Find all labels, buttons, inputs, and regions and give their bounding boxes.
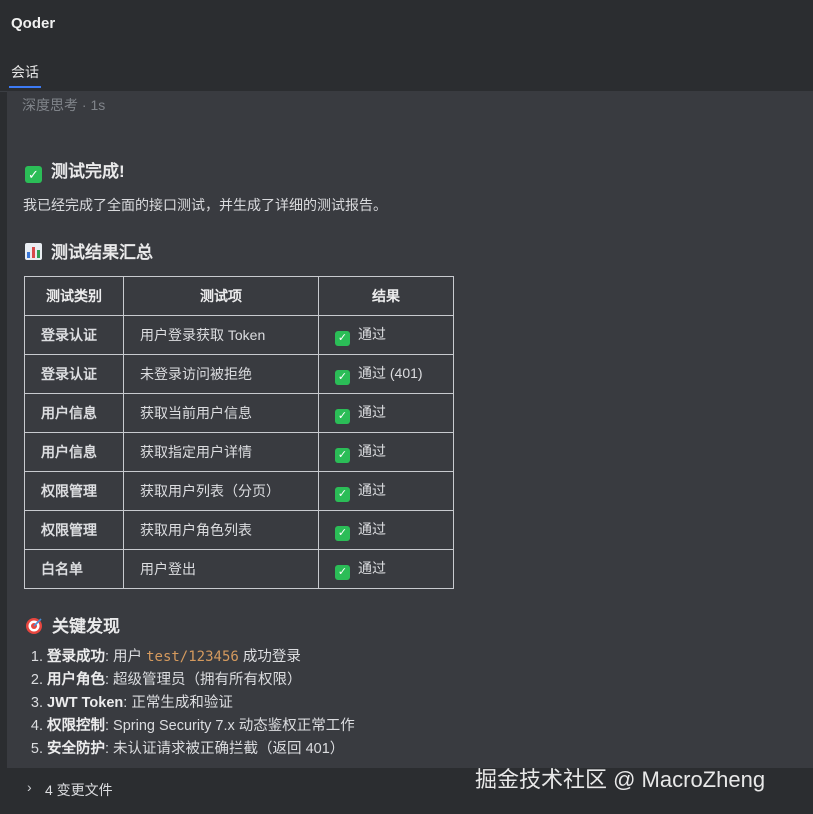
list-item: 用户角色: 超级管理员（拥有所有权限） — [47, 669, 355, 692]
intro-paragraph: 我已经完成了全面的接口测试，并生成了详细的测试报告。 — [23, 197, 387, 213]
active-tab-indicator — [9, 86, 41, 88]
cell-result: ✓ 通过 — [318, 432, 454, 472]
cell-category: 权限管理 — [24, 471, 124, 511]
check-mark-button-icon: ✓ — [335, 409, 350, 424]
cell-item: 获取指定用户详情 — [123, 432, 319, 472]
watermark: 掘金技术社区 @ MacroZheng — [475, 767, 766, 792]
cell-category: 用户信息 — [24, 393, 124, 433]
result-text: 通过 — [358, 560, 386, 576]
check-mark-button-icon: ✓ — [335, 331, 350, 346]
cell-category: 权限管理 — [24, 510, 124, 550]
table-row: 权限管理 获取用户列表（分页） ✓ 通过 — [24, 471, 454, 511]
table-row: 用户信息 获取当前用户信息 ✓ 通过 — [24, 393, 454, 433]
finding-text: : 超级管理员（拥有所有权限） — [105, 672, 302, 688]
finding-label: JWT Token — [47, 695, 124, 711]
result-text: 通过 — [358, 443, 386, 459]
heading-test-complete: ✓ 测试完成! — [25, 157, 125, 183]
cell-category: 用户信息 — [24, 432, 124, 472]
result-text: 通过 — [358, 482, 386, 498]
table-row: 登录认证 用户登录获取 Token ✓ 通过 — [24, 315, 454, 355]
cell-category: 白名单 — [24, 549, 124, 589]
finding-label: 登录成功 — [47, 649, 105, 665]
changed-files-label[interactable]: 4 变更文件 — [45, 780, 113, 800]
cell-result: ✓ 通过 — [318, 549, 454, 589]
result-text: 通过 — [358, 326, 386, 342]
check-mark-button-icon: ✓ — [335, 487, 350, 502]
result-text: 通过 — [358, 404, 386, 420]
app-title: Qoder — [11, 15, 56, 32]
cell-category: 登录认证 — [24, 354, 124, 394]
deep-thinking-toggle[interactable]: 深度思考 · 1s — [22, 95, 105, 115]
finding-text: : 未认证请求被正确拦截（返回 401） — [105, 741, 345, 757]
tab-bar: 会话 — [0, 52, 813, 92]
check-mark-button-icon: ✓ — [25, 166, 42, 183]
test-results-table: 测试类别 测试项 结果 登录认证 用户登录获取 Token ✓ 通过 登录认证 未登录访问… — [24, 276, 454, 589]
cell-item: 获取用户列表（分页） — [123, 471, 319, 511]
cell-result: ✓ 通过 — [318, 393, 454, 433]
cell-result: ✓ 通过 — [318, 510, 454, 550]
heading-summary-text: 测试结果汇总 — [51, 243, 153, 262]
list-item: 权限控制: Spring Security 7.x 动态鉴权正常工作 — [47, 715, 355, 738]
list-item: 安全防护: 未认证请求被正确拦截（返回 401） — [47, 738, 355, 761]
finding-label: 权限控制 — [47, 718, 105, 734]
check-mark-button-icon: ✓ — [335, 448, 350, 463]
cell-item: 未登录访问被拒绝 — [123, 354, 319, 394]
cell-result: ✓ 通过 — [318, 315, 454, 355]
column-header-category: 测试类别 — [24, 276, 124, 316]
finding-label: 安全防护 — [47, 741, 105, 757]
key-findings-list: 登录成功: 用户 test/123456 成功登录用户角色: 超级管理员（拥有所… — [30, 646, 355, 761]
cell-item: 获取当前用户信息 — [123, 393, 319, 433]
table-row: 白名单 用户登出 ✓ 通过 — [24, 549, 454, 589]
tab-conversation[interactable]: 会话 — [11, 62, 39, 82]
table-row: 用户信息 获取指定用户详情 ✓ 通过 — [24, 432, 454, 472]
check-mark-button-icon: ✓ — [335, 526, 350, 541]
cell-item: 用户登录获取 Token — [123, 315, 319, 355]
finding-text: : Spring Security 7.x 动态鉴权正常工作 — [105, 718, 355, 734]
heading-summary: 测试结果汇总 — [25, 238, 153, 263]
check-mark-button-icon: ✓ — [335, 565, 350, 580]
cell-item: 获取用户角色列表 — [123, 510, 319, 550]
column-header-result: 结果 — [318, 276, 454, 316]
result-text: 通过 — [358, 521, 386, 537]
cell-category: 登录认证 — [24, 315, 124, 355]
table-header-row: 测试类别 测试项 结果 — [24, 276, 454, 316]
table-row: 权限管理 获取用户角色列表 ✓ 通过 — [24, 510, 454, 550]
check-mark-button-icon: ✓ — [335, 370, 350, 385]
bar-chart-icon — [25, 243, 42, 260]
finding-text: : 用户 — [105, 649, 147, 665]
cell-result: ✓ 通过 — [318, 471, 454, 511]
direct-hit-icon — [26, 618, 42, 634]
cell-result: ✓ 通过 (401) — [318, 354, 454, 394]
heading-key-findings-text: 关键发现 — [52, 617, 120, 636]
finding-text: : 正常生成和验证 — [123, 695, 233, 711]
list-item: JWT Token: 正常生成和验证 — [47, 692, 355, 715]
list-item: 登录成功: 用户 test/123456 成功登录 — [47, 646, 355, 669]
heading-key-findings: 关键发现 — [25, 612, 120, 637]
table-row: 登录认证 未登录访问被拒绝 ✓ 通过 (401) — [24, 354, 454, 394]
result-text: 通过 (401) — [358, 365, 423, 381]
finding-text-suffix: 成功登录 — [238, 649, 301, 665]
title-bar — [0, 0, 813, 52]
column-header-item: 测试项 — [123, 276, 319, 316]
heading-test-complete-text: 测试完成! — [51, 162, 125, 181]
chevron-right-icon[interactable]: › — [27, 779, 32, 795]
finding-label: 用户角色 — [47, 672, 105, 688]
cell-item: 用户登出 — [123, 549, 319, 589]
inline-code: test/123456 — [146, 649, 239, 665]
